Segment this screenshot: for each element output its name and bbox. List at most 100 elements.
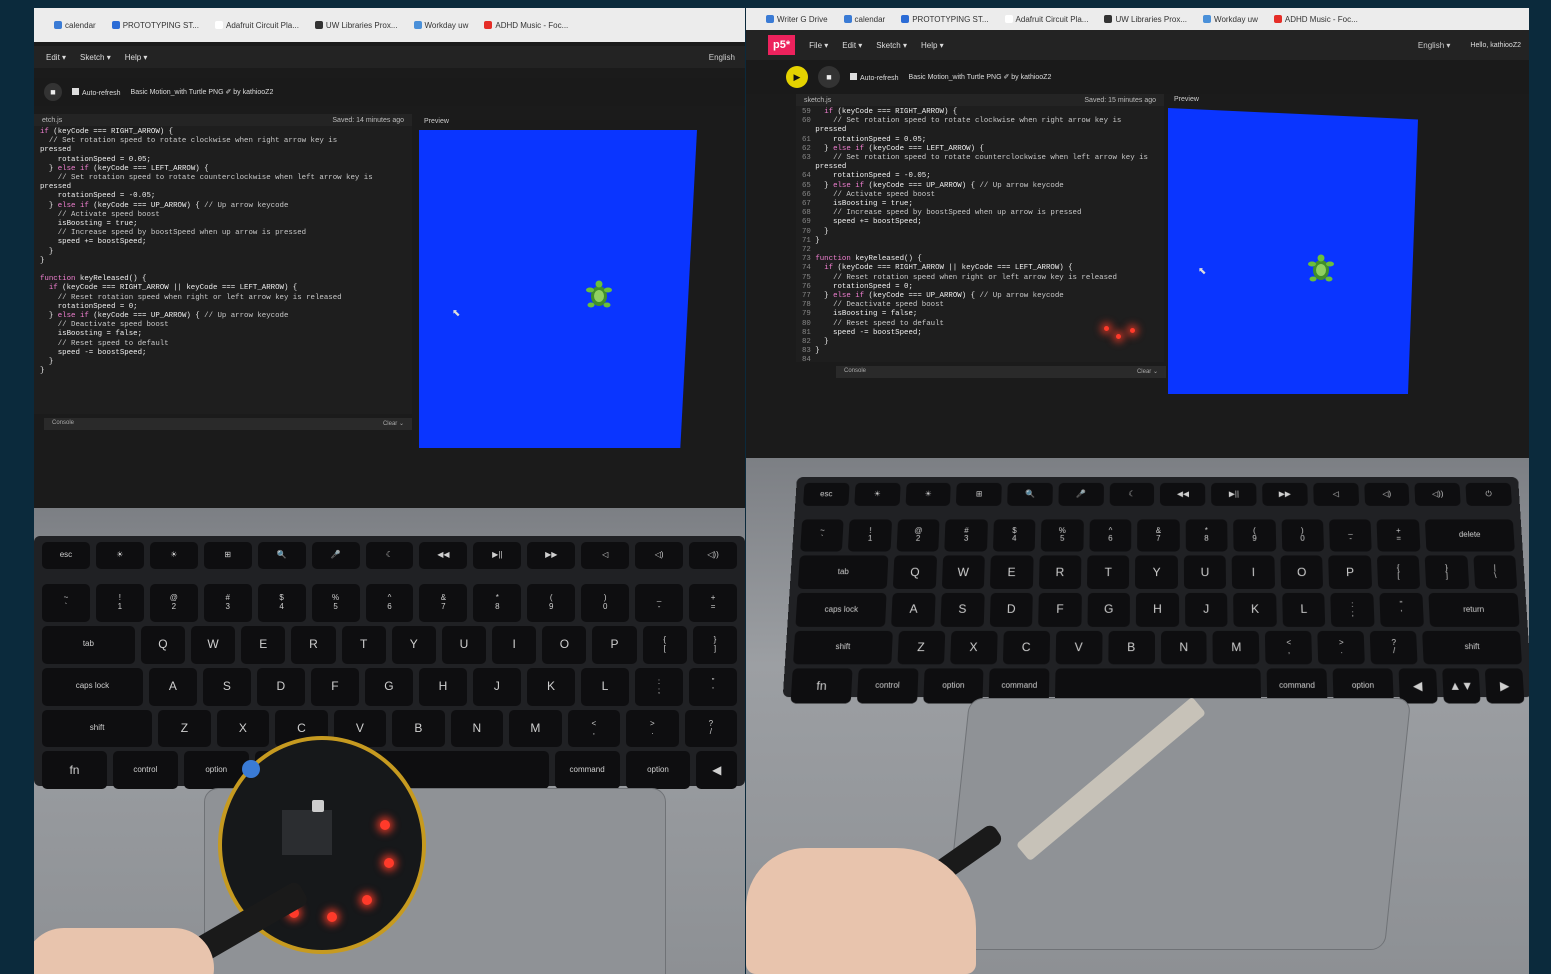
keyboard-key[interactable]: R (1038, 556, 1081, 589)
keyboard-key[interactable]: + = (689, 584, 737, 622)
keyboard-key[interactable]: Z (158, 710, 210, 748)
keyboard-key[interactable]: Q (893, 556, 937, 589)
bookmark-item[interactable]: Adafruit Circuit Pla... (1005, 15, 1089, 24)
keyboard-key[interactable]: ☀ (150, 542, 198, 569)
keyboard-key[interactable]: E (241, 626, 285, 664)
keyboard-key[interactable]: P (592, 626, 636, 664)
p5-logo[interactable]: p5* (768, 35, 795, 55)
menu-item[interactable]: Edit ▾ (46, 53, 66, 62)
code-editor[interactable]: sketch.js Saved: 15 minutes ago 59 if (ke… (796, 94, 1164, 362)
keyboard-key[interactable]: > . (1318, 630, 1366, 664)
keyboard-key[interactable]: control (113, 751, 178, 789)
keyboard-key[interactable]: % 5 (1041, 519, 1084, 552)
keyboard-key[interactable]: | \ (1473, 556, 1517, 589)
keyboard-key[interactable]: shift (1423, 630, 1522, 664)
keyboard-key[interactable]: H (419, 668, 467, 706)
menu-item[interactable]: Help ▾ (125, 53, 148, 62)
keyboard-key[interactable]: ◀◀ (419, 542, 467, 569)
keyboard-key[interactable]: K (527, 668, 575, 706)
keyboard-key[interactable]: I (492, 626, 536, 664)
keyboard-key[interactable]: ? / (685, 710, 737, 748)
menu-item[interactable]: Edit ▾ (842, 41, 862, 50)
keyboard-key[interactable]: R (291, 626, 335, 664)
keyboard-key[interactable]: } ] (693, 626, 737, 664)
keyboard-key[interactable]: X (950, 630, 998, 664)
keyboard-key[interactable]: Y (392, 626, 436, 664)
keyboard-key[interactable]: ▶|| (1211, 483, 1256, 506)
bookmark-item[interactable]: ADHD Music - Foc... (484, 21, 568, 30)
keyboard-key[interactable]: ) 0 (581, 584, 629, 622)
keyboard-key[interactable]: C (1002, 630, 1049, 664)
keyboard-key[interactable]: ▶▶ (527, 542, 575, 569)
menu-item[interactable]: Sketch ▾ (80, 53, 111, 62)
keyboard-key[interactable]: ◀◀ (1160, 483, 1205, 506)
menu-item[interactable]: Help ▾ (921, 41, 944, 50)
keyboard-key[interactable]: ▶ (1485, 669, 1524, 703)
keyboard-key[interactable]: G (365, 668, 413, 706)
keyboard-key[interactable]: E (990, 556, 1033, 589)
keyboard-key[interactable]: ☀ (905, 483, 951, 506)
keyboard-key[interactable]: ! 1 (96, 584, 144, 622)
keyboard-key[interactable]: ! 1 (848, 519, 892, 552)
keyboard-key[interactable]: Y (1135, 556, 1177, 589)
keyboard-key[interactable]: + = (1377, 519, 1420, 552)
keyboard-key[interactable]: ( 9 (1233, 519, 1276, 552)
code-editor[interactable]: etch.js Saved: 14 minutes ago if (keyCode… (34, 114, 412, 414)
keyboard-key[interactable]: < , (568, 710, 620, 748)
auto-refresh-checkbox[interactable]: Auto-refresh (850, 73, 899, 82)
keyboard-key[interactable]: caps lock (42, 668, 143, 706)
keyboard-key[interactable]: esc (42, 542, 90, 569)
keyboard-key[interactable]: option (923, 669, 984, 703)
keyboard-key[interactable]: T (1087, 556, 1130, 589)
keyboard-key[interactable]: 🔍 (1007, 483, 1053, 506)
keyboard-key[interactable]: M (509, 710, 561, 748)
keyboard-key[interactable]: ◁)) (689, 542, 737, 569)
keyboard-key[interactable]: option (626, 751, 691, 789)
keyboard-key[interactable]: B (392, 710, 444, 748)
keyboard-key[interactable]: command (555, 751, 620, 789)
auto-refresh-checkbox[interactable]: Auto-refresh (72, 88, 121, 97)
keyboard-key[interactable]: shift (793, 630, 892, 664)
keyboard-key[interactable]: 🔍 (258, 542, 306, 569)
language-label[interactable]: English ▾ (1418, 41, 1450, 50)
keyboard-key[interactable]: F (1038, 593, 1081, 627)
keyboard-key[interactable]: ⏻ (1466, 483, 1512, 506)
keyboard-key[interactable]: fn (42, 751, 107, 789)
keyboard-key[interactable]: return (1428, 593, 1520, 627)
stop-button[interactable]: ■ (44, 83, 62, 101)
keyboard-key[interactable]: ? / (1370, 630, 1418, 664)
play-button[interactable]: ▶ (786, 66, 808, 88)
sketch-canvas[interactable] (419, 130, 697, 448)
keyboard-key[interactable]: ▶▶ (1262, 483, 1308, 506)
keyboard-key[interactable]: delete (1425, 519, 1515, 552)
keyboard-key[interactable]: ▲▼ (1442, 669, 1481, 703)
keyboard-key[interactable]: O (1280, 556, 1323, 589)
keyboard-key[interactable]: ☀ (96, 542, 144, 569)
file-tab[interactable]: sketch.js (804, 97, 831, 104)
keyboard-key[interactable]: V (1055, 630, 1102, 664)
keyboard-key[interactable]: Z (897, 630, 945, 664)
keyboard-key[interactable]: ◀ (1398, 669, 1437, 703)
file-tab[interactable]: etch.js (42, 117, 62, 124)
bookmark-item[interactable]: calendar (54, 21, 96, 30)
keyboard-key[interactable]: # 3 (945, 519, 988, 552)
keyboard-key[interactable]: J (473, 668, 521, 706)
bookmark-item[interactable]: UW Libraries Prox... (1104, 15, 1187, 24)
keyboard-key[interactable]: $ 4 (258, 584, 306, 622)
keyboard-key[interactable]: _ - (635, 584, 683, 622)
keyboard-key[interactable]: control (857, 669, 918, 703)
keyboard-key[interactable]: L (1282, 593, 1326, 627)
bookmark-item[interactable]: calendar (844, 15, 886, 24)
keyboard-key[interactable]: tab (42, 626, 135, 664)
keyboard-key[interactable]: & 7 (419, 584, 467, 622)
keyboard-key[interactable]: F (311, 668, 359, 706)
keyboard-key[interactable]: } ] (1425, 556, 1469, 589)
keyboard-key[interactable]: Q (141, 626, 185, 664)
menu-item[interactable]: Sketch ▾ (876, 41, 907, 50)
keyboard-key[interactable]: @ 2 (896, 519, 939, 552)
keyboard-key[interactable]: caps lock (795, 593, 887, 627)
keyboard-key[interactable]: U (442, 626, 486, 664)
keyboard-key[interactable]: ☀ (854, 483, 900, 506)
clear-button[interactable]: Clear ⌄ (383, 420, 404, 428)
keyboard-key[interactable]: ~ ` (800, 519, 844, 552)
